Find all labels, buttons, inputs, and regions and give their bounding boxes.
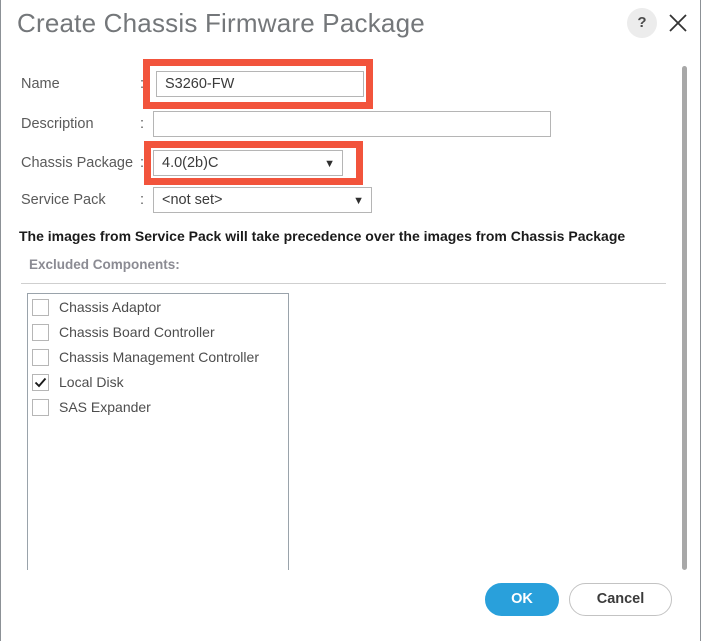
list-item[interactable]: SAS Expander xyxy=(28,397,288,419)
help-icon[interactable]: ? xyxy=(627,8,657,38)
chevron-down-icon: ▼ xyxy=(353,195,364,207)
description-label: Description xyxy=(21,116,94,132)
dialog-title: Create Chassis Firmware Package xyxy=(17,8,425,38)
name-label: Name xyxy=(21,76,60,92)
name-input[interactable]: S3260-FW xyxy=(156,71,364,97)
checkmark-icon xyxy=(34,377,47,388)
description-input[interactable] xyxy=(153,111,551,137)
close-icon[interactable] xyxy=(664,9,692,37)
list-item-label: Chassis Board Controller xyxy=(59,324,215,340)
list-item[interactable]: Chassis Board Controller xyxy=(28,322,288,344)
list-item-label: Chassis Adaptor xyxy=(59,299,161,315)
service-pack-value: <not set> xyxy=(162,192,223,208)
checkbox-chassis-board-controller[interactable] xyxy=(32,324,49,341)
service-pack-label: Service Pack xyxy=(21,192,106,208)
checkbox-sas-expander[interactable] xyxy=(32,399,49,416)
description-colon: : xyxy=(140,116,145,132)
chassis-package-value: 4.0(2b)C xyxy=(162,155,219,171)
service-pack-select[interactable]: <not set> ▼ xyxy=(153,187,372,213)
list-item-label: Local Disk xyxy=(59,374,124,390)
precedence-notice: The images from Service Pack will take p… xyxy=(19,228,626,244)
form-row-description: Description : xyxy=(1,111,700,137)
form-row-service-pack: Service Pack : <not set> ▼ xyxy=(1,187,700,213)
excluded-components-list: Chassis Adaptor Chassis Board Controller… xyxy=(27,293,289,570)
form-row-name: Name : S3260-FW xyxy=(1,71,700,97)
checkbox-local-disk[interactable] xyxy=(32,374,49,391)
list-item[interactable]: Local Disk xyxy=(28,372,288,394)
list-item-label: Chassis Management Controller xyxy=(59,349,259,365)
service-pack-colon: : xyxy=(140,192,145,208)
list-item[interactable]: Chassis Management Controller xyxy=(28,347,288,369)
list-item[interactable]: Chassis Adaptor xyxy=(28,297,288,319)
ok-button[interactable]: OK xyxy=(485,583,559,616)
scrollbar-thumb[interactable] xyxy=(682,66,687,570)
create-chassis-firmware-package-dialog: Create Chassis Firmware Package ? Name :… xyxy=(0,0,701,641)
cancel-button[interactable]: Cancel xyxy=(569,583,672,616)
section-divider xyxy=(21,283,666,284)
checkbox-chassis-management-controller[interactable] xyxy=(32,349,49,366)
form-row-chassis-package: Chassis Package : 4.0(2b)C ▼ xyxy=(1,150,700,176)
excluded-components-header: Excluded Components: xyxy=(29,257,180,272)
chassis-package-select[interactable]: 4.0(2b)C ▼ xyxy=(153,150,343,176)
chassis-package-label: Chassis Package xyxy=(21,155,134,171)
name-colon: : xyxy=(140,76,145,92)
chassis-package-colon: : xyxy=(140,155,145,171)
chevron-down-icon: ▼ xyxy=(324,158,335,170)
checkbox-chassis-adaptor[interactable] xyxy=(32,299,49,316)
list-item-label: SAS Expander xyxy=(59,399,151,415)
